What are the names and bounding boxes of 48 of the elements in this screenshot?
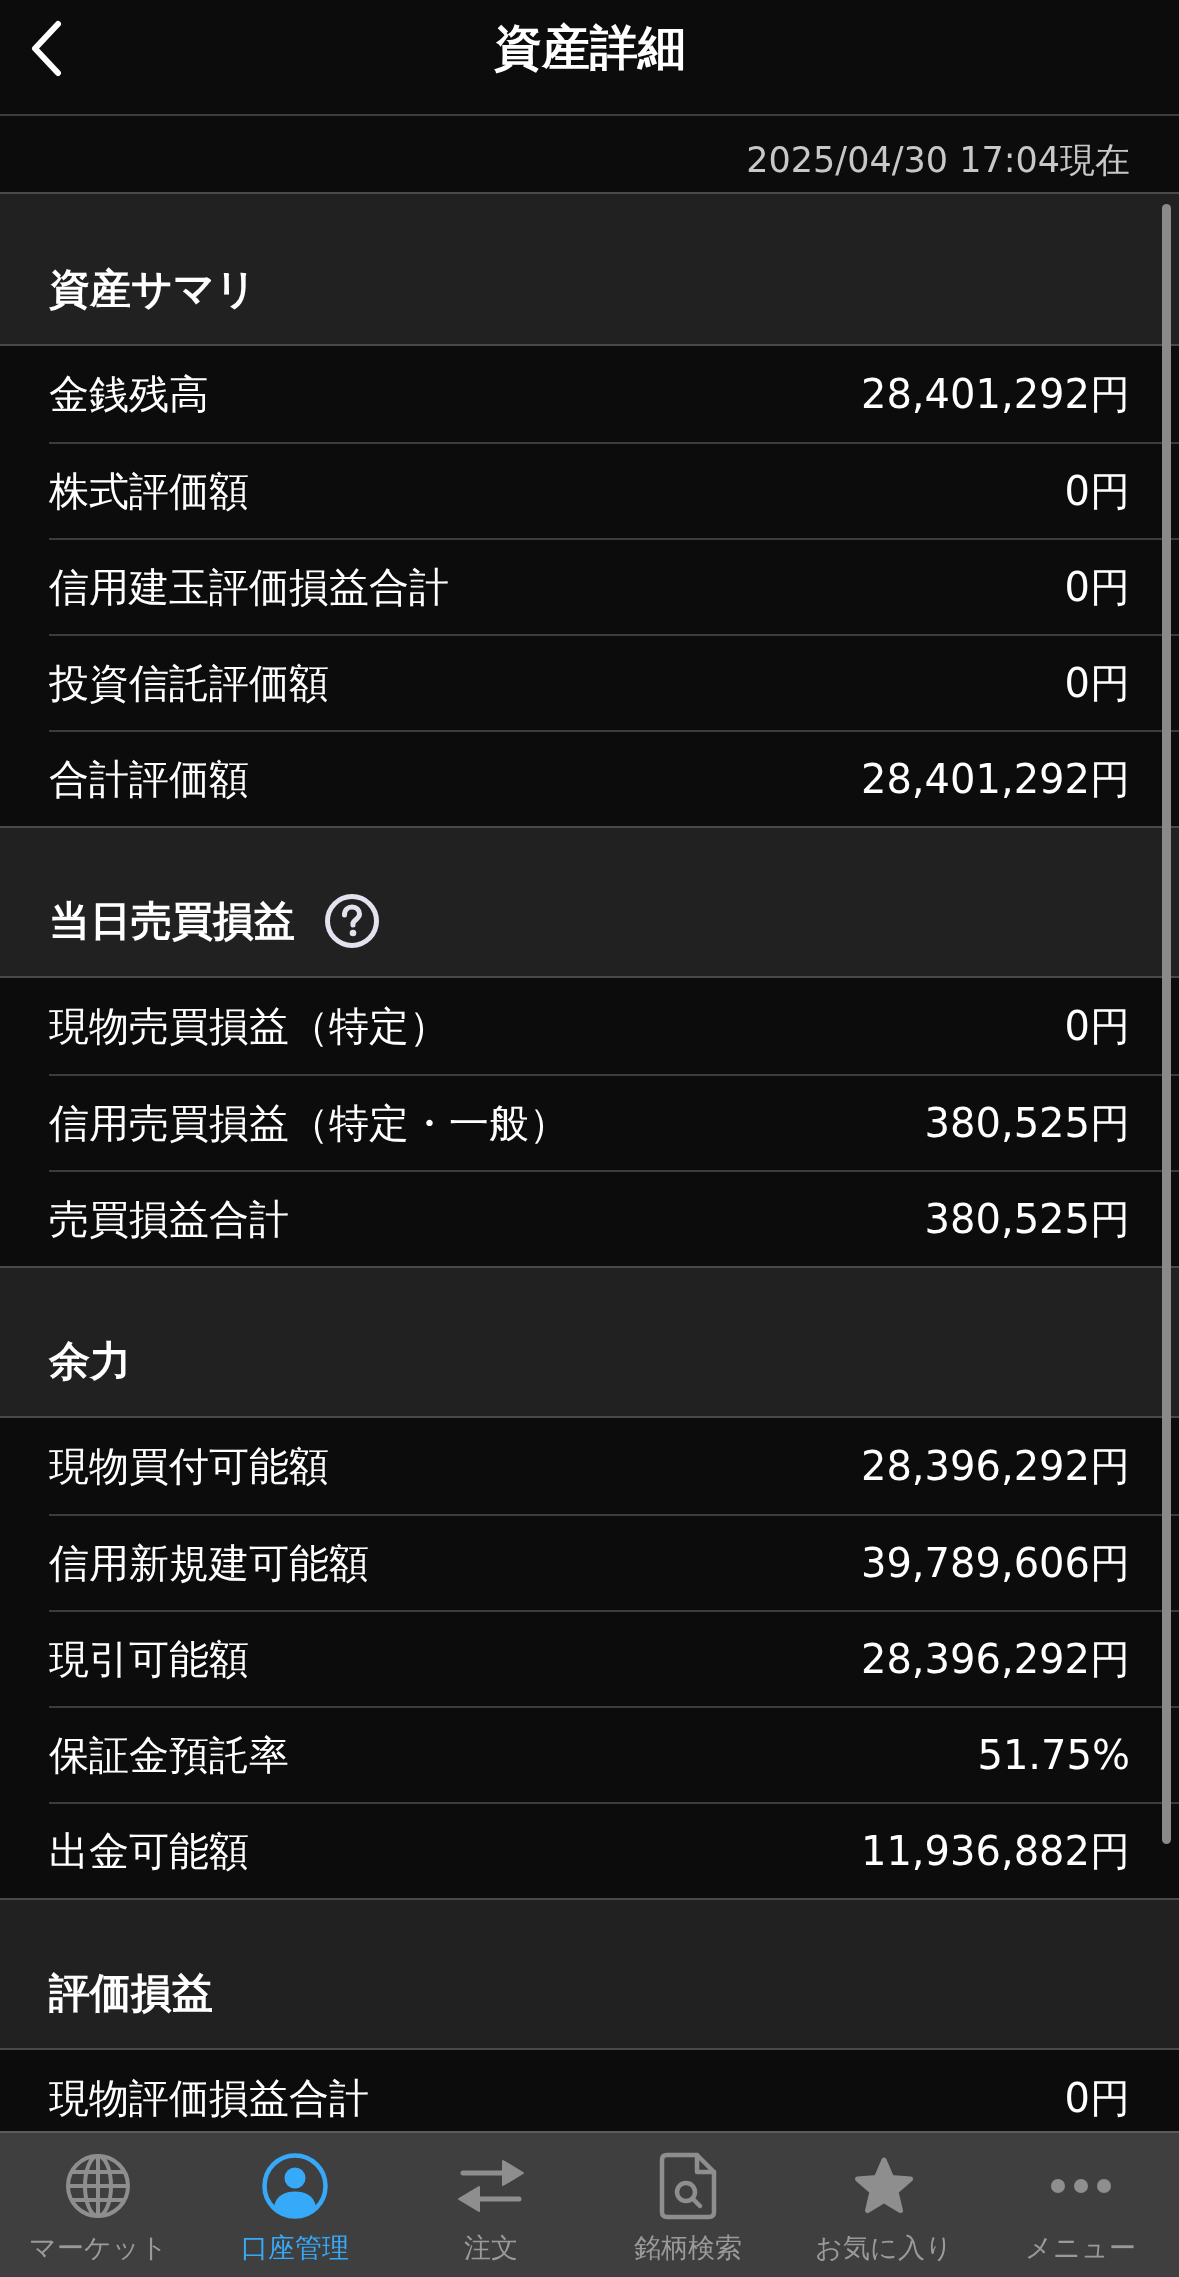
row-value: 380,525円 <box>924 1099 1130 1147</box>
section-title: 当日売買損益 <box>49 896 295 946</box>
back-icon[interactable] <box>29 19 63 77</box>
row-value: 28,401,292円 <box>860 755 1130 803</box>
row-value: 0円 <box>1064 1002 1130 1050</box>
globe-icon <box>65 2153 132 2219</box>
row-label: 金銭残高 <box>49 370 209 418</box>
row-label: 売買損益合計 <box>49 1195 289 1243</box>
section-title: 評価損益 <box>49 1968 213 2018</box>
row-value: 39,789,606円 <box>860 1539 1130 1587</box>
row-label: 投資信託評価額 <box>49 659 329 707</box>
row-label: 株式評価額 <box>49 467 249 515</box>
row-label: 信用新規建可能額 <box>49 1539 369 1587</box>
tab-button[interactable]: お気に入り <box>786 2133 983 2277</box>
swap-arrows-icon <box>457 2159 526 2213</box>
tab-button[interactable]: メニュー <box>982 2133 1179 2277</box>
row-label: 現引可能額 <box>49 1635 249 1683</box>
row-label: 信用売買損益（特定・一般） <box>49 1099 569 1147</box>
row-label: 保証金預託率 <box>49 1731 289 1779</box>
row-label: 出金可能額 <box>49 1827 249 1875</box>
row-value: 28,396,292円 <box>860 1442 1130 1490</box>
tab-button[interactable]: マーケット <box>0 2133 197 2277</box>
tab-button[interactable]: 注文 <box>393 2133 590 2277</box>
row-value: 28,401,292円 <box>860 370 1130 418</box>
row-value: 0円 <box>1064 2074 1130 2122</box>
row-label: 信用建玉評価損益合計 <box>49 563 449 611</box>
section-title: 資産サマリ <box>49 264 257 314</box>
person-icon <box>261 2153 328 2219</box>
row-value: 11,936,882円 <box>860 1827 1130 1875</box>
row-value: 51.75% <box>977 1731 1130 1779</box>
timestamp: 2025/04/30 17:04現在 <box>746 139 1130 181</box>
row-value: 0円 <box>1064 467 1130 515</box>
star-icon <box>853 2156 916 2216</box>
section-title: 余力 <box>49 1336 131 1386</box>
row-value: 28,396,292円 <box>860 1635 1130 1683</box>
row-label: 合計評価額 <box>49 755 249 803</box>
page-title: 資産詳細 <box>493 19 686 77</box>
row-label: 現物売買損益（特定） <box>49 1002 449 1050</box>
document-search-icon <box>658 2152 717 2220</box>
tab-button[interactable]: 口座管理 <box>196 2133 393 2277</box>
row-value: 380,525円 <box>924 1195 1130 1243</box>
row-value: 0円 <box>1064 563 1130 611</box>
row-label: 現物評価損益合計 <box>49 2074 369 2122</box>
row-label: 現物買付可能額 <box>49 1442 329 1490</box>
help-icon[interactable] <box>325 894 379 948</box>
tab-button[interactable]: 銘柄検索 <box>589 2133 786 2277</box>
more-icon <box>1049 2178 1112 2194</box>
row-value: 0円 <box>1064 659 1130 707</box>
